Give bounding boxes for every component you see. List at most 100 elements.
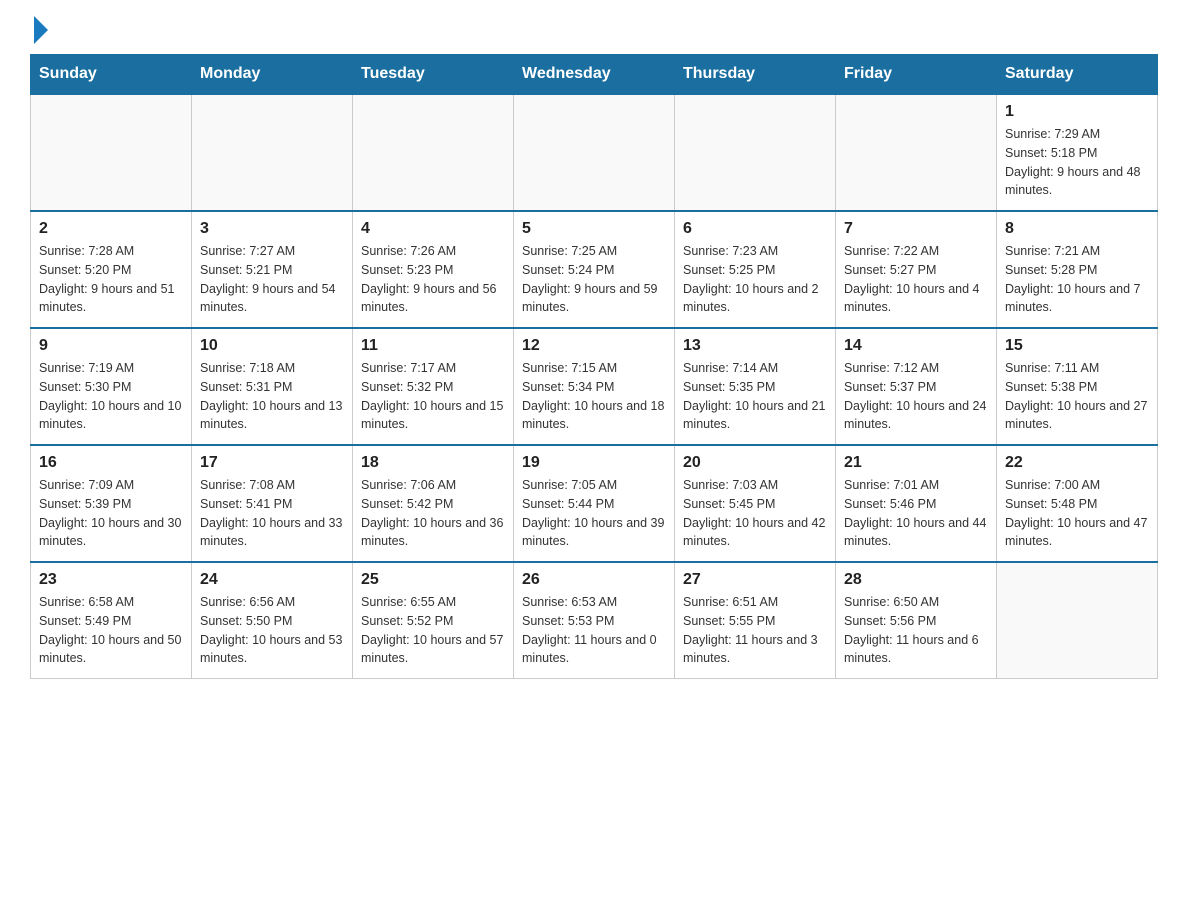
calendar-cell: 14 Sunrise: 7:12 AMSunset: 5:37 PMDayligh… [836,328,997,445]
day-number: 23 [39,571,183,589]
calendar-cell: 4 Sunrise: 7:26 AMSunset: 5:23 PMDaylight… [353,211,514,328]
day-info: Sunrise: 7:14 AMSunset: 5:35 PMDaylight:… [683,359,827,434]
day-number: 1 [1005,103,1149,121]
day-number: 18 [361,454,505,472]
day-info: Sunrise: 7:01 AMSunset: 5:46 PMDaylight:… [844,476,988,551]
day-number: 9 [39,337,183,355]
day-info: Sunrise: 7:06 AMSunset: 5:42 PMDaylight:… [361,476,505,551]
day-info: Sunrise: 7:26 AMSunset: 5:23 PMDaylight:… [361,242,505,317]
day-info: Sunrise: 7:00 AMSunset: 5:48 PMDaylight:… [1005,476,1149,551]
day-info: Sunrise: 6:53 AMSunset: 5:53 PMDaylight:… [522,593,666,668]
day-header-saturday: Saturday [997,55,1158,95]
day-info: Sunrise: 7:28 AMSunset: 5:20 PMDaylight:… [39,242,183,317]
calendar-cell [675,94,836,211]
day-number: 6 [683,220,827,238]
day-info: Sunrise: 7:17 AMSunset: 5:32 PMDaylight:… [361,359,505,434]
calendar-cell: 7 Sunrise: 7:22 AMSunset: 5:27 PMDaylight… [836,211,997,328]
calendar-cell: 10 Sunrise: 7:18 AMSunset: 5:31 PMDayligh… [192,328,353,445]
calendar-cell: 2 Sunrise: 7:28 AMSunset: 5:20 PMDaylight… [31,211,192,328]
day-header-thursday: Thursday [675,55,836,95]
day-number: 15 [1005,337,1149,355]
calendar-header-row: SundayMondayTuesdayWednesdayThursdayFrid… [31,55,1158,95]
day-info: Sunrise: 7:21 AMSunset: 5:28 PMDaylight:… [1005,242,1149,317]
day-number: 4 [361,220,505,238]
day-info: Sunrise: 7:05 AMSunset: 5:44 PMDaylight:… [522,476,666,551]
day-number: 3 [200,220,344,238]
day-number: 20 [683,454,827,472]
calendar-week-row: 23 Sunrise: 6:58 AMSunset: 5:49 PMDayligh… [31,562,1158,679]
calendar-cell: 13 Sunrise: 7:14 AMSunset: 5:35 PMDayligh… [675,328,836,445]
day-info: Sunrise: 7:22 AMSunset: 5:27 PMDaylight:… [844,242,988,317]
logo-arrow-icon [34,16,48,44]
day-number: 22 [1005,454,1149,472]
day-number: 13 [683,337,827,355]
day-info: Sunrise: 7:18 AMSunset: 5:31 PMDaylight:… [200,359,344,434]
calendar-cell: 6 Sunrise: 7:23 AMSunset: 5:25 PMDaylight… [675,211,836,328]
day-number: 24 [200,571,344,589]
day-info: Sunrise: 7:23 AMSunset: 5:25 PMDaylight:… [683,242,827,317]
calendar-cell: 28Sunrise: 6:50 AMSunset: 5:56 PMDayligh… [836,562,997,679]
calendar-week-row: 9 Sunrise: 7:19 AMSunset: 5:30 PMDaylight… [31,328,1158,445]
calendar-cell: 5 Sunrise: 7:25 AMSunset: 5:24 PMDaylight… [514,211,675,328]
calendar-cell: 8 Sunrise: 7:21 AMSunset: 5:28 PMDaylight… [997,211,1158,328]
calendar-cell: 23 Sunrise: 6:58 AMSunset: 5:49 PMDayligh… [31,562,192,679]
calendar-cell: 15 Sunrise: 7:11 AMSunset: 5:38 PMDayligh… [997,328,1158,445]
day-number: 17 [200,454,344,472]
calendar-cell: 3 Sunrise: 7:27 AMSunset: 5:21 PMDaylight… [192,211,353,328]
calendar-cell: 18 Sunrise: 7:06 AMSunset: 5:42 PMDayligh… [353,445,514,562]
day-info: Sunrise: 7:29 AMSunset: 5:18 PMDaylight:… [1005,125,1149,200]
calendar-cell: 26 Sunrise: 6:53 AMSunset: 5:53 PMDayligh… [514,562,675,679]
calendar-cell [836,94,997,211]
day-info: Sunrise: 7:27 AMSunset: 5:21 PMDaylight:… [200,242,344,317]
calendar-cell: 9 Sunrise: 7:19 AMSunset: 5:30 PMDaylight… [31,328,192,445]
day-number: 19 [522,454,666,472]
day-info: Sunrise: 6:58 AMSunset: 5:49 PMDaylight:… [39,593,183,668]
day-number: 26 [522,571,666,589]
calendar-cell [997,562,1158,679]
calendar-cell: 16Sunrise: 7:09 AMSunset: 5:39 PMDayligh… [31,445,192,562]
calendar-cell: 22 Sunrise: 7:00 AMSunset: 5:48 PMDayligh… [997,445,1158,562]
day-info: Sunrise: 7:19 AMSunset: 5:30 PMDaylight:… [39,359,183,434]
day-number: 11 [361,337,505,355]
day-info: Sunrise: 7:25 AMSunset: 5:24 PMDaylight:… [522,242,666,317]
day-number: 10 [200,337,344,355]
day-number: 2 [39,220,183,238]
calendar-cell [514,94,675,211]
day-number: 16 [39,454,183,472]
day-info: Sunrise: 7:08 AMSunset: 5:41 PMDaylight:… [200,476,344,551]
day-header-monday: Monday [192,55,353,95]
day-number: 8 [1005,220,1149,238]
day-info: Sunrise: 7:03 AMSunset: 5:45 PMDaylight:… [683,476,827,551]
day-number: 7 [844,220,988,238]
day-info: Sunrise: 6:51 AMSunset: 5:55 PMDaylight:… [683,593,827,668]
logo [30,20,48,44]
calendar-cell [192,94,353,211]
day-number: 28 [844,571,988,589]
day-number: 5 [522,220,666,238]
calendar-cell: 1 Sunrise: 7:29 AMSunset: 5:18 PMDaylight… [997,94,1158,211]
calendar-cell [353,94,514,211]
calendar-cell: 24Sunrise: 6:56 AMSunset: 5:50 PMDayligh… [192,562,353,679]
calendar-week-row: 1 Sunrise: 7:29 AMSunset: 5:18 PMDaylight… [31,94,1158,211]
calendar-cell [31,94,192,211]
calendar-cell: 20 Sunrise: 7:03 AMSunset: 5:45 PMDayligh… [675,445,836,562]
day-number: 14 [844,337,988,355]
calendar-cell: 11 Sunrise: 7:17 AMSunset: 5:32 PMDayligh… [353,328,514,445]
day-header-sunday: Sunday [31,55,192,95]
calendar-cell: 21Sunrise: 7:01 AMSunset: 5:46 PMDayligh… [836,445,997,562]
calendar-cell: 27Sunrise: 6:51 AMSunset: 5:55 PMDayligh… [675,562,836,679]
calendar-cell: 25Sunrise: 6:55 AMSunset: 5:52 PMDayligh… [353,562,514,679]
day-info: Sunrise: 7:12 AMSunset: 5:37 PMDaylight:… [844,359,988,434]
day-header-wednesday: Wednesday [514,55,675,95]
page-header [30,20,1158,44]
calendar-cell: 19 Sunrise: 7:05 AMSunset: 5:44 PMDayligh… [514,445,675,562]
day-info: Sunrise: 7:11 AMSunset: 5:38 PMDaylight:… [1005,359,1149,434]
calendar-cell: 12Sunrise: 7:15 AMSunset: 5:34 PMDayligh… [514,328,675,445]
day-info: Sunrise: 6:55 AMSunset: 5:52 PMDaylight:… [361,593,505,668]
calendar-cell: 17 Sunrise: 7:08 AMSunset: 5:41 PMDayligh… [192,445,353,562]
calendar-week-row: 16Sunrise: 7:09 AMSunset: 5:39 PMDayligh… [31,445,1158,562]
day-header-friday: Friday [836,55,997,95]
day-info: Sunrise: 7:15 AMSunset: 5:34 PMDaylight:… [522,359,666,434]
calendar-week-row: 2 Sunrise: 7:28 AMSunset: 5:20 PMDaylight… [31,211,1158,328]
day-header-tuesday: Tuesday [353,55,514,95]
